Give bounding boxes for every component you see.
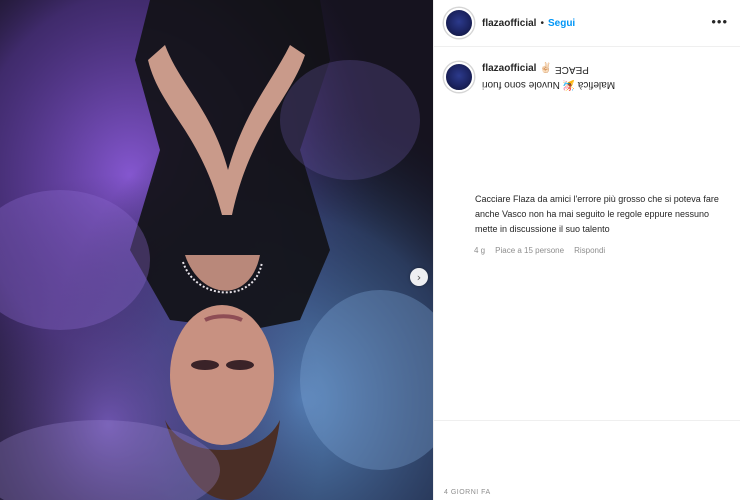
post-timestamp: 4 GIORNI FA <box>444 489 491 496</box>
caption-line: flazaofficial ✌🏻 PEACE <box>482 62 615 76</box>
chevron-right-icon: › <box>416 270 422 284</box>
post-media[interactable]: › <box>0 0 433 500</box>
avatar[interactable] <box>444 62 474 92</box>
caption: flazaofficial ✌🏻 PEACE Maleficà 🎉 Nuvole … <box>444 62 734 92</box>
next-media-button[interactable]: › <box>410 268 428 286</box>
comment-meta: 4 g Piace a 15 persone Rispondi <box>474 246 605 255</box>
author-handle[interactable]: flazaofficial <box>482 18 536 29</box>
caption-body: flazaofficial ✌🏻 PEACE Maleficà 🎉 Nuvole … <box>482 62 615 92</box>
peace-emoji: ✌🏻 <box>539 63 552 74</box>
instagram-post: › flazaofficial • Segui ••• flazaofficia… <box>0 0 740 500</box>
post-photo <box>0 0 433 500</box>
caption-author-handle[interactable]: flazaofficial <box>482 63 536 74</box>
follow-button[interactable]: Segui <box>548 18 575 29</box>
separator-dot: • <box>540 17 544 29</box>
divider <box>434 420 740 421</box>
more-options-icon[interactable]: ••• <box>711 14 728 29</box>
caption-upside-down-text: PEACE <box>554 64 589 75</box>
avatar[interactable] <box>444 8 474 38</box>
comment-text: Cacciare Flaza da amici l'errore più gro… <box>475 194 719 234</box>
comment-likes[interactable]: Piace a 15 persone <box>495 246 564 255</box>
post-header: flazaofficial • Segui ••• <box>434 0 740 47</box>
caption-upside-down-line: Maleficà 🎉 Nuvole sono fuori <box>482 79 616 90</box>
reply-button[interactable]: Rispondi <box>574 246 605 255</box>
caption-line-2: Maleficà 🎉 Nuvole sono fuori <box>482 77 615 91</box>
comment-age: 4 g <box>474 246 486 255</box>
